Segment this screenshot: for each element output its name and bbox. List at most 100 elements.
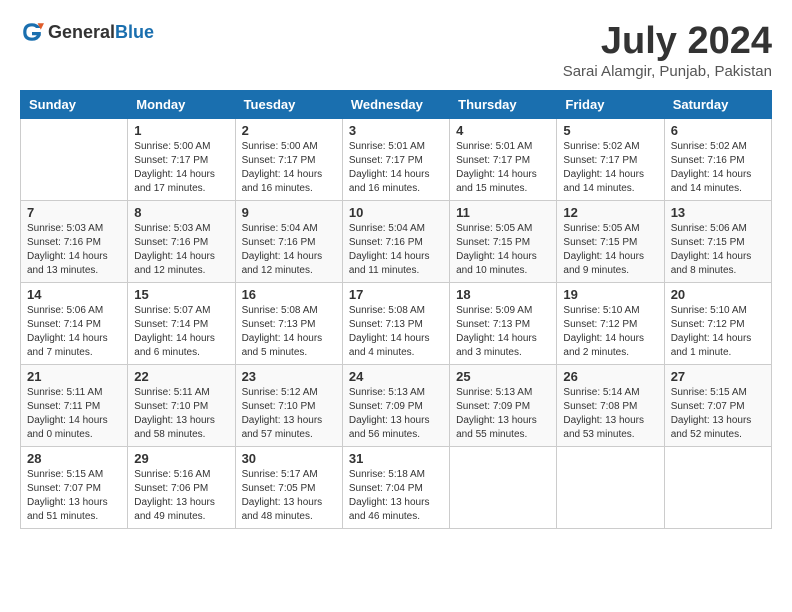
calendar-cell: 13 Sunrise: 5:06 AM Sunset: 7:15 PM Dayl…: [664, 201, 771, 283]
location-title: Sarai Alamgir, Punjab, Pakistan: [563, 63, 772, 80]
day-number: 2: [242, 123, 336, 138]
day-number: 25: [456, 369, 550, 384]
col-header-saturday: Saturday: [664, 91, 771, 119]
day-number: 20: [671, 287, 765, 302]
calendar-cell: 9 Sunrise: 5:04 AM Sunset: 7:16 PM Dayli…: [235, 201, 342, 283]
day-number: 28: [27, 451, 121, 466]
day-number: 7: [27, 205, 121, 220]
calendar-cell: 16 Sunrise: 5:08 AM Sunset: 7:13 PM Dayl…: [235, 283, 342, 365]
day-info: Sunrise: 5:17 AM Sunset: 7:05 PM Dayligh…: [242, 468, 336, 524]
day-info: Sunrise: 5:04 AM Sunset: 7:16 PM Dayligh…: [349, 222, 443, 278]
calendar-cell: [664, 447, 771, 529]
day-info: Sunrise: 5:01 AM Sunset: 7:17 PM Dayligh…: [349, 140, 443, 196]
calendar-cell: 28 Sunrise: 5:15 AM Sunset: 7:07 PM Dayl…: [21, 447, 128, 529]
day-number: 14: [27, 287, 121, 302]
calendar-cell: 19 Sunrise: 5:10 AM Sunset: 7:12 PM Dayl…: [557, 283, 664, 365]
day-number: 30: [242, 451, 336, 466]
day-info: Sunrise: 5:05 AM Sunset: 7:15 PM Dayligh…: [456, 222, 550, 278]
calendar-cell: 8 Sunrise: 5:03 AM Sunset: 7:16 PM Dayli…: [128, 201, 235, 283]
day-info: Sunrise: 5:13 AM Sunset: 7:09 PM Dayligh…: [456, 386, 550, 442]
day-info: Sunrise: 5:13 AM Sunset: 7:09 PM Dayligh…: [349, 386, 443, 442]
calendar-cell: [557, 447, 664, 529]
calendar-cell: 6 Sunrise: 5:02 AM Sunset: 7:16 PM Dayli…: [664, 119, 771, 201]
col-header-wednesday: Wednesday: [342, 91, 449, 119]
logo-text: GeneralBlue: [48, 22, 154, 43]
calendar-week-2: 7 Sunrise: 5:03 AM Sunset: 7:16 PM Dayli…: [21, 201, 772, 283]
day-number: 24: [349, 369, 443, 384]
day-number: 18: [456, 287, 550, 302]
title-block: July 2024 Sarai Alamgir, Punjab, Pakista…: [563, 20, 772, 80]
day-info: Sunrise: 5:06 AM Sunset: 7:15 PM Dayligh…: [671, 222, 765, 278]
day-number: 17: [349, 287, 443, 302]
day-info: Sunrise: 5:10 AM Sunset: 7:12 PM Dayligh…: [671, 304, 765, 360]
day-info: Sunrise: 5:02 AM Sunset: 7:17 PM Dayligh…: [563, 140, 657, 196]
calendar-table: SundayMondayTuesdayWednesdayThursdayFrid…: [20, 90, 772, 529]
calendar-cell: 25 Sunrise: 5:13 AM Sunset: 7:09 PM Dayl…: [450, 365, 557, 447]
day-number: 15: [134, 287, 228, 302]
col-header-monday: Monday: [128, 91, 235, 119]
logo-general: General: [48, 22, 115, 42]
day-info: Sunrise: 5:12 AM Sunset: 7:10 PM Dayligh…: [242, 386, 336, 442]
day-info: Sunrise: 5:04 AM Sunset: 7:16 PM Dayligh…: [242, 222, 336, 278]
day-number: 29: [134, 451, 228, 466]
logo-blue: Blue: [115, 22, 154, 42]
calendar-week-4: 21 Sunrise: 5:11 AM Sunset: 7:11 PM Dayl…: [21, 365, 772, 447]
day-number: 31: [349, 451, 443, 466]
calendar-cell: 3 Sunrise: 5:01 AM Sunset: 7:17 PM Dayli…: [342, 119, 449, 201]
day-info: Sunrise: 5:03 AM Sunset: 7:16 PM Dayligh…: [27, 222, 121, 278]
calendar-cell: 12 Sunrise: 5:05 AM Sunset: 7:15 PM Dayl…: [557, 201, 664, 283]
calendar-cell: 22 Sunrise: 5:11 AM Sunset: 7:10 PM Dayl…: [128, 365, 235, 447]
day-number: 4: [456, 123, 550, 138]
calendar-week-3: 14 Sunrise: 5:06 AM Sunset: 7:14 PM Dayl…: [21, 283, 772, 365]
calendar-cell: 29 Sunrise: 5:16 AM Sunset: 7:06 PM Dayl…: [128, 447, 235, 529]
day-info: Sunrise: 5:15 AM Sunset: 7:07 PM Dayligh…: [27, 468, 121, 524]
day-number: 6: [671, 123, 765, 138]
calendar-cell: 27 Sunrise: 5:15 AM Sunset: 7:07 PM Dayl…: [664, 365, 771, 447]
col-header-thursday: Thursday: [450, 91, 557, 119]
calendar-cell: 31 Sunrise: 5:18 AM Sunset: 7:04 PM Dayl…: [342, 447, 449, 529]
calendar-cell: 7 Sunrise: 5:03 AM Sunset: 7:16 PM Dayli…: [21, 201, 128, 283]
calendar-cell: 2 Sunrise: 5:00 AM Sunset: 7:17 PM Dayli…: [235, 119, 342, 201]
day-number: 10: [349, 205, 443, 220]
day-info: Sunrise: 5:00 AM Sunset: 7:17 PM Dayligh…: [242, 140, 336, 196]
month-title: July 2024: [563, 20, 772, 63]
calendar-cell: 20 Sunrise: 5:10 AM Sunset: 7:12 PM Dayl…: [664, 283, 771, 365]
day-number: 9: [242, 205, 336, 220]
day-info: Sunrise: 5:11 AM Sunset: 7:11 PM Dayligh…: [27, 386, 121, 442]
logo-icon: [20, 20, 44, 44]
day-info: Sunrise: 5:09 AM Sunset: 7:13 PM Dayligh…: [456, 304, 550, 360]
calendar-cell: [450, 447, 557, 529]
col-header-tuesday: Tuesday: [235, 91, 342, 119]
calendar-cell: 23 Sunrise: 5:12 AM Sunset: 7:10 PM Dayl…: [235, 365, 342, 447]
day-info: Sunrise: 5:11 AM Sunset: 7:10 PM Dayligh…: [134, 386, 228, 442]
calendar-cell: 21 Sunrise: 5:11 AM Sunset: 7:11 PM Dayl…: [21, 365, 128, 447]
day-number: 26: [563, 369, 657, 384]
day-number: 27: [671, 369, 765, 384]
calendar-header-row: SundayMondayTuesdayWednesdayThursdayFrid…: [21, 91, 772, 119]
day-number: 8: [134, 205, 228, 220]
day-number: 12: [563, 205, 657, 220]
day-info: Sunrise: 5:00 AM Sunset: 7:17 PM Dayligh…: [134, 140, 228, 196]
day-number: 1: [134, 123, 228, 138]
logo: GeneralBlue: [20, 20, 154, 44]
calendar-cell: 1 Sunrise: 5:00 AM Sunset: 7:17 PM Dayli…: [128, 119, 235, 201]
day-number: 23: [242, 369, 336, 384]
calendar-cell: 10 Sunrise: 5:04 AM Sunset: 7:16 PM Dayl…: [342, 201, 449, 283]
calendar-cell: 24 Sunrise: 5:13 AM Sunset: 7:09 PM Dayl…: [342, 365, 449, 447]
day-info: Sunrise: 5:16 AM Sunset: 7:06 PM Dayligh…: [134, 468, 228, 524]
day-info: Sunrise: 5:14 AM Sunset: 7:08 PM Dayligh…: [563, 386, 657, 442]
calendar-cell: 11 Sunrise: 5:05 AM Sunset: 7:15 PM Dayl…: [450, 201, 557, 283]
day-info: Sunrise: 5:06 AM Sunset: 7:14 PM Dayligh…: [27, 304, 121, 360]
calendar-cell: 4 Sunrise: 5:01 AM Sunset: 7:17 PM Dayli…: [450, 119, 557, 201]
day-number: 19: [563, 287, 657, 302]
day-info: Sunrise: 5:15 AM Sunset: 7:07 PM Dayligh…: [671, 386, 765, 442]
calendar-cell: 14 Sunrise: 5:06 AM Sunset: 7:14 PM Dayl…: [21, 283, 128, 365]
day-info: Sunrise: 5:18 AM Sunset: 7:04 PM Dayligh…: [349, 468, 443, 524]
day-number: 5: [563, 123, 657, 138]
calendar-cell: 17 Sunrise: 5:08 AM Sunset: 7:13 PM Dayl…: [342, 283, 449, 365]
calendar-cell: 30 Sunrise: 5:17 AM Sunset: 7:05 PM Dayl…: [235, 447, 342, 529]
day-info: Sunrise: 5:10 AM Sunset: 7:12 PM Dayligh…: [563, 304, 657, 360]
col-header-friday: Friday: [557, 91, 664, 119]
col-header-sunday: Sunday: [21, 91, 128, 119]
day-info: Sunrise: 5:05 AM Sunset: 7:15 PM Dayligh…: [563, 222, 657, 278]
